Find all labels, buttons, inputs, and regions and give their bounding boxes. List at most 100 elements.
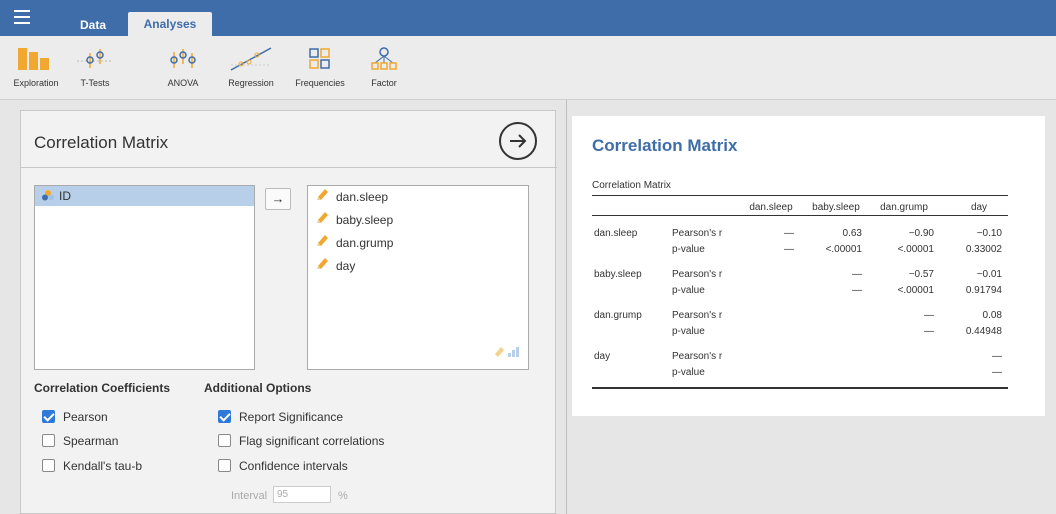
ttests-button[interactable]: T-Tests bbox=[72, 46, 118, 96]
checkbox-label: Pearson bbox=[63, 410, 108, 424]
regression-button[interactable]: Regression bbox=[222, 46, 280, 96]
report-significance-checkbox[interactable]: Report Significance bbox=[218, 409, 343, 425]
table-bottom-rule bbox=[592, 387, 1008, 389]
continuous-variable-icon bbox=[316, 232, 330, 255]
arrow-right-icon bbox=[510, 134, 527, 148]
table-cell: −0.10 bbox=[976, 228, 1002, 239]
table-cell: — bbox=[924, 310, 934, 321]
exploration-button[interactable]: Exploration bbox=[6, 46, 66, 96]
list-item[interactable]: baby.sleep bbox=[308, 209, 528, 232]
confidence-intervals-checkbox[interactable]: Confidence intervals bbox=[218, 458, 348, 474]
options-panel: Correlation Matrix ID → dan.sleep baby.s… bbox=[20, 110, 557, 514]
anova-icon bbox=[170, 49, 196, 68]
checkbox-label: Spearman bbox=[63, 434, 119, 448]
table-cell: — bbox=[992, 351, 1002, 362]
row-variable: day bbox=[594, 351, 611, 362]
selected-variable-list[interactable]: dan.sleep baby.sleep dan.grump day bbox=[307, 185, 529, 370]
stat-label: p-value bbox=[672, 244, 705, 255]
checkbox-label: Flag significant correlations bbox=[239, 434, 385, 448]
options-title: Correlation Matrix bbox=[34, 133, 169, 152]
table-cell: 0.63 bbox=[842, 228, 862, 239]
table-caption: Correlation Matrix bbox=[592, 180, 671, 191]
continuous-variable-icon bbox=[316, 255, 330, 278]
variable-name: baby.sleep bbox=[336, 213, 394, 227]
row-variable: dan.grump bbox=[594, 310, 642, 321]
panel-splitter[interactable] bbox=[566, 100, 567, 514]
table-cell: −0.57 bbox=[908, 269, 934, 280]
table-cell: — bbox=[852, 285, 862, 296]
table-cell: 0.08 bbox=[982, 310, 1002, 321]
list-item[interactable]: ID bbox=[35, 186, 254, 206]
ttests-icon bbox=[77, 49, 113, 68]
pearson-checkbox[interactable]: Pearson bbox=[42, 409, 108, 425]
table-cell: — bbox=[992, 367, 1002, 378]
frequencies-icon bbox=[309, 48, 330, 69]
table-header-rule bbox=[592, 215, 1008, 216]
checkbox-checked[interactable] bbox=[42, 410, 55, 424]
coefficients-heading: Correlation Coefficients bbox=[34, 381, 171, 395]
frequencies-button[interactable]: Frequencies bbox=[290, 46, 350, 96]
tab-data[interactable]: Data bbox=[62, 14, 124, 36]
checkbox-unchecked[interactable] bbox=[218, 434, 231, 448]
table-cell: 0.33002 bbox=[965, 244, 1002, 255]
variable-name: dan.sleep bbox=[336, 190, 389, 204]
allowed-types-icon bbox=[494, 344, 522, 363]
table-cell: <.00001 bbox=[825, 244, 862, 255]
table-cell: — bbox=[784, 228, 794, 239]
stat-label: p-value bbox=[672, 367, 705, 378]
menu-icon[interactable] bbox=[14, 10, 30, 24]
variable-name: dan.grump bbox=[336, 236, 394, 250]
flag-significant-checkbox[interactable]: Flag significant correlations bbox=[218, 433, 384, 449]
checkbox-label: Kendall's tau-b bbox=[63, 459, 143, 473]
move-variable-button[interactable]: → bbox=[265, 188, 291, 210]
results-panel: Correlation Matrix Correlation Matrix da… bbox=[572, 116, 1045, 416]
list-item[interactable]: day bbox=[308, 255, 528, 278]
table-top-rule bbox=[592, 195, 1008, 197]
analyses-ribbon: Exploration T-Tests ANOVA Regression Fre… bbox=[0, 36, 1056, 100]
continuous-variable-icon bbox=[316, 209, 330, 232]
continuous-variable-icon bbox=[316, 186, 330, 209]
list-item[interactable]: dan.grump bbox=[308, 232, 528, 255]
checkbox-unchecked[interactable] bbox=[218, 459, 231, 473]
run-analysis-button[interactable] bbox=[499, 122, 537, 160]
stat-label: Pearson's r bbox=[672, 351, 723, 362]
interval-input[interactable] bbox=[273, 486, 331, 503]
variable-name: ID bbox=[59, 189, 71, 203]
column-header: dan.grump bbox=[880, 202, 928, 213]
list-item[interactable]: dan.sleep bbox=[308, 186, 528, 209]
table-cell: −0.01 bbox=[976, 269, 1002, 280]
regression-icon bbox=[230, 47, 272, 71]
table-cell: <.00001 bbox=[897, 285, 934, 296]
stat-label: p-value bbox=[672, 326, 705, 337]
row-variable: dan.sleep bbox=[594, 228, 638, 239]
kendall-checkbox[interactable]: Kendall's tau-b bbox=[42, 458, 142, 474]
variable-name: day bbox=[336, 259, 356, 273]
top-bar: Data Analyses bbox=[0, 0, 1056, 36]
checkbox-label: Confidence intervals bbox=[239, 459, 348, 473]
table-cell: — bbox=[924, 326, 934, 337]
column-header: dan.sleep bbox=[749, 202, 793, 213]
column-header: baby.sleep bbox=[812, 202, 860, 213]
table-cell: −0.90 bbox=[908, 228, 934, 239]
anova-button[interactable]: ANOVA bbox=[160, 46, 206, 96]
table-cell: <.00001 bbox=[897, 244, 934, 255]
stat-label: Pearson's r bbox=[672, 269, 723, 280]
results-title: Correlation Matrix bbox=[592, 136, 738, 155]
checkbox-label: Report Significance bbox=[239, 410, 344, 424]
checkbox-unchecked[interactable] bbox=[42, 459, 55, 473]
table-cell: 0.44948 bbox=[965, 326, 1002, 337]
additional-options-heading: Additional Options bbox=[204, 381, 312, 395]
nominal-variable-icon bbox=[41, 187, 55, 207]
interval-unit: % bbox=[338, 490, 348, 502]
checkbox-unchecked[interactable] bbox=[42, 434, 55, 448]
table-cell: 0.91794 bbox=[965, 285, 1002, 296]
checkbox-checked[interactable] bbox=[218, 410, 231, 424]
stat-label: Pearson's r bbox=[672, 228, 723, 239]
table-cell: — bbox=[852, 269, 862, 280]
factor-icon bbox=[371, 47, 397, 70]
spearman-checkbox[interactable]: Spearman bbox=[42, 433, 118, 449]
row-variable: baby.sleep bbox=[594, 269, 642, 280]
source-variable-list[interactable]: ID bbox=[34, 185, 255, 370]
factor-button[interactable]: Factor bbox=[364, 46, 404, 96]
tab-analyses[interactable]: Analyses bbox=[128, 12, 212, 36]
